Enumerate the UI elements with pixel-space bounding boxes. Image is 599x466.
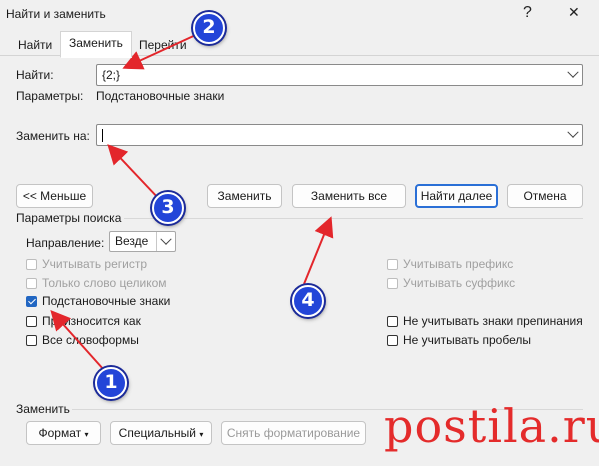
annotation-arrows: [50, 32, 334, 371]
arrow-2: [122, 32, 201, 70]
arrow-1: [50, 310, 105, 371]
arrow-3: [107, 144, 161, 201]
callout-2-badge: 2: [193, 12, 225, 44]
callout-1-badge: 1: [95, 367, 127, 399]
callout-3-badge: 3: [152, 192, 184, 224]
callout-4-badge: 4: [292, 285, 324, 317]
tab-replace[interactable]: Заменить: [60, 31, 132, 58]
arrow-4: [303, 216, 334, 285]
